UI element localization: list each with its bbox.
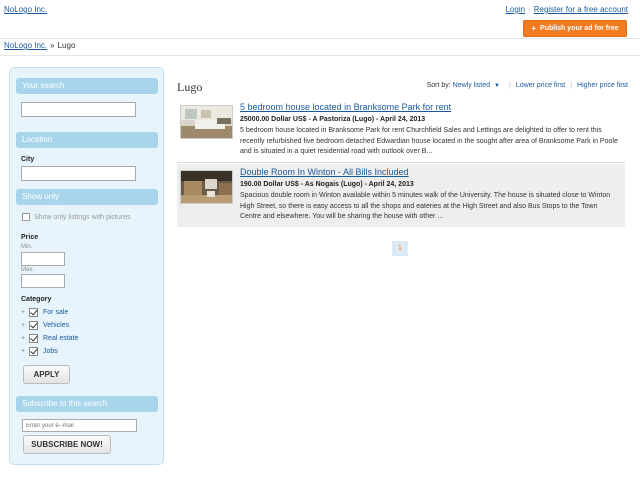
price-label: Price bbox=[21, 234, 39, 241]
checkbox-checked-icon[interactable] bbox=[29, 347, 38, 356]
breadcrumb: NoLogo Inc.» Lugo bbox=[4, 41, 75, 50]
category-jobs[interactable]: + Jobs bbox=[21, 347, 58, 356]
price-max-input[interactable] bbox=[21, 274, 65, 288]
page-title: Lugo bbox=[177, 80, 203, 94]
breadcrumb-home-link[interactable]: NoLogo Inc. bbox=[4, 41, 47, 50]
plus-icon: + bbox=[531, 24, 537, 33]
publish-ad-button[interactable]: + Publish your ad for free bbox=[523, 20, 627, 37]
checkbox-checked-icon[interactable] bbox=[29, 334, 38, 343]
category-for-sale[interactable]: + For sale bbox=[21, 308, 68, 317]
apply-button[interactable]: APPLY bbox=[23, 365, 70, 384]
expand-icon[interactable]: + bbox=[21, 348, 26, 355]
category-label-for-sale[interactable]: For sale bbox=[43, 309, 68, 316]
your-search-heading: Your search bbox=[16, 78, 158, 94]
show-only-heading: Show only bbox=[16, 189, 158, 205]
category-label-vehicles[interactable]: Vehicles bbox=[43, 322, 69, 329]
pictures-only-checkbox[interactable] bbox=[22, 213, 30, 221]
category-label-jobs[interactable]: Jobs bbox=[43, 348, 58, 355]
pictures-only-label: Show only listings with pictures bbox=[34, 213, 131, 221]
listing-thumbnail[interactable] bbox=[180, 170, 233, 204]
register-link[interactable]: Register for a free account bbox=[534, 5, 628, 14]
expand-icon[interactable]: + bbox=[21, 322, 26, 329]
breadcrumb-separator: » bbox=[50, 41, 55, 50]
account-links-separator: · bbox=[528, 5, 531, 14]
breadcrumb-divider bbox=[0, 55, 640, 56]
city-label: City bbox=[21, 156, 35, 163]
listing-meta: 190.00 Dollar US$ - As Nogais (Lugo) - A… bbox=[240, 181, 414, 188]
city-input[interactable] bbox=[21, 166, 136, 181]
price-max-label: Max. bbox=[21, 267, 35, 273]
sort-bar: Sort by: Newly listed ▼ | Lower price first… bbox=[427, 82, 628, 89]
checkbox-checked-icon[interactable] bbox=[29, 308, 38, 317]
category-label-real-estate[interactable]: Real estate bbox=[43, 335, 78, 342]
sort-higher-price[interactable]: Higher price first bbox=[577, 82, 628, 89]
sort-separator: | bbox=[508, 82, 511, 89]
price-min-label: Min. bbox=[21, 244, 33, 250]
listing-item: 5 bedroom house located in Branksome Par… bbox=[177, 99, 625, 162]
location-heading: Location bbox=[16, 132, 158, 148]
category-label: Category bbox=[21, 296, 52, 303]
publish-ad-label: Publish your ad for free bbox=[540, 25, 619, 32]
pictures-only-checkbox-row[interactable]: Show only listings with pictures bbox=[22, 213, 131, 221]
sort-newly-listed[interactable]: Newly listed bbox=[453, 82, 490, 89]
listing-item: Double Room In Winton - All Bills Includ… bbox=[177, 164, 625, 227]
breadcrumb-current: Lugo bbox=[57, 41, 76, 50]
account-links: Login · Register for a free account bbox=[505, 5, 628, 14]
header-divider bbox=[0, 38, 640, 39]
category-real-estate[interactable]: + Real estate bbox=[21, 334, 78, 343]
search-sidebar: Your search Location City Show only Show… bbox=[9, 67, 164, 465]
listing-title-link[interactable]: 5 bedroom house located in Branksome Par… bbox=[240, 102, 451, 112]
subscribe-heading: Subscribe to this search bbox=[16, 396, 158, 412]
category-vehicles[interactable]: + Vehicles bbox=[21, 321, 69, 330]
login-link[interactable]: Login bbox=[505, 5, 525, 14]
price-min-input[interactable] bbox=[21, 252, 65, 266]
site-logo-link[interactable]: NoLogo Inc. bbox=[4, 5, 47, 14]
expand-icon[interactable]: + bbox=[21, 309, 26, 316]
search-input[interactable] bbox=[21, 102, 136, 117]
dropdown-arrow-icon[interactable]: ▼ bbox=[494, 83, 500, 89]
sort-lower-price[interactable]: Lower price first bbox=[516, 82, 565, 89]
pagination-page-1[interactable]: 1 bbox=[392, 241, 408, 256]
listing-divider bbox=[177, 162, 625, 163]
listing-meta: 25000.00 Dollar US$ - A Pastoriza (Lugo)… bbox=[240, 116, 426, 123]
subscribe-button[interactable]: SUBSCRIBE NOW! bbox=[23, 435, 111, 454]
listing-thumbnail[interactable] bbox=[180, 105, 233, 139]
email-input[interactable] bbox=[22, 419, 137, 432]
checkbox-checked-icon[interactable] bbox=[29, 321, 38, 330]
listing-description: 5 bedroom house located in Branksome Par… bbox=[240, 127, 618, 155]
listing-description: Spacious double room in Winton available… bbox=[240, 192, 611, 220]
expand-icon[interactable]: + bbox=[21, 335, 26, 342]
sort-separator: | bbox=[570, 82, 573, 89]
listing-title-link[interactable]: Double Room In Winton - All Bills Includ… bbox=[240, 167, 409, 177]
sort-prefix: Sort by: bbox=[426, 82, 451, 89]
